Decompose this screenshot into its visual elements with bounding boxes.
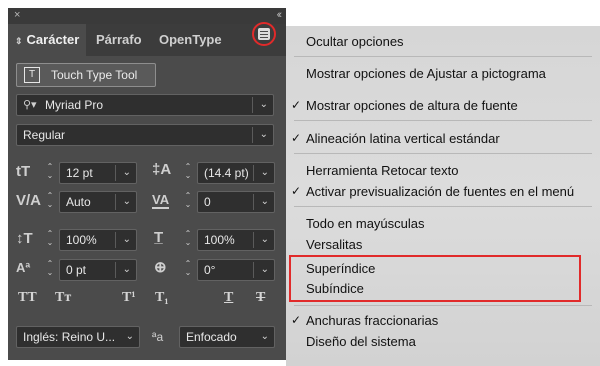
tab-bar: ⇕ Carácter Párrafo OpenType — [8, 24, 286, 56]
anti-aliasing-icon: ªa — [152, 330, 164, 344]
kerning-field[interactable]: Auto ⌄ — [59, 191, 137, 213]
horizontal-scale-field[interactable]: 100% ⌄ — [197, 229, 275, 251]
menu-item-diseno-sistema[interactable]: Diseño del sistema — [306, 334, 416, 349]
leading-field[interactable]: (14.4 pt) ⌄ — [197, 162, 275, 184]
leading-icon: ‡A — [152, 161, 172, 178]
checkmark-icon: ✓ — [291, 184, 302, 198]
vertical-scale-icon: ↕T — [16, 230, 33, 247]
vertical-scale-stepper[interactable]: ⌃ ⌄ — [44, 229, 56, 251]
chevron-down-icon: ⌄ — [125, 331, 134, 342]
character-rotation-icon: ⊕ — [154, 259, 167, 276]
chevron-down-icon: ⌄ — [260, 234, 269, 245]
highlight-box — [289, 255, 581, 302]
font-size-field[interactable]: 12 pt ⌄ — [59, 162, 137, 184]
tab-parrafo[interactable]: Párrafo — [96, 24, 156, 56]
menu-item-alineacion-latina[interactable]: Alineación latina vertical estándar — [306, 131, 500, 146]
baseline-shift-stepper[interactable]: ⌃ ⌄ — [44, 259, 56, 281]
horizontal-scale-icon: T̲ — [154, 229, 164, 246]
baseline-shift-value: 0 pt — [66, 263, 87, 277]
chevron-down-icon: ⌄ — [260, 167, 269, 178]
tracking-field[interactable]: 0 ⌄ — [197, 191, 275, 213]
tab-caracter[interactable]: ⇕ Carácter — [8, 24, 86, 56]
checkmark-icon: ✓ — [291, 98, 302, 112]
tab-parrafo-label: Párrafo — [96, 32, 142, 47]
menu-item-altura-fuente[interactable]: Mostrar opciones de altura de fuente — [306, 98, 518, 113]
menu-item-versalitas[interactable]: Versalitas — [306, 237, 362, 252]
panel-options-menu: Ocultar opciones Mostrar opciones de Aju… — [286, 26, 600, 366]
character-panel: × ‹‹ ⇕ Carácter Párrafo OpenType — [8, 8, 286, 360]
anti-aliasing-value: Enfocado — [186, 330, 237, 344]
kerning-icon: V/A — [16, 192, 42, 209]
kerning-stepper[interactable]: ⌃ ⌄ — [44, 191, 56, 213]
chevron-down-icon: ⌄ — [122, 196, 131, 207]
panel-menu-button[interactable] — [252, 22, 276, 46]
menu-item-ajustar-pictograma[interactable]: Mostrar opciones de Ajustar a pictograma — [306, 66, 546, 81]
tab-toggle-icon: ⇕ — [15, 36, 23, 46]
touch-type-label: Touch Type Tool — [51, 68, 138, 82]
language-select[interactable]: Inglés: Reino U... ⌄ — [16, 326, 140, 348]
collapse-icon[interactable]: ‹‹ — [277, 9, 283, 22]
menu-item-previsualizacion-fuentes[interactable]: Activar previsualización de fuentes en e… — [306, 184, 574, 199]
font-size-value: 12 pt — [66, 166, 93, 180]
chevron-down-icon: ⌄ — [260, 331, 269, 342]
menu-item-ocultar-opciones[interactable]: Ocultar opciones — [306, 34, 404, 49]
strikethrough-icon[interactable]: T — [256, 290, 265, 306]
touch-type-icon: T — [24, 67, 40, 83]
tracking-value: 0 — [204, 195, 211, 209]
character-rotation-stepper[interactable]: ⌃ ⌄ — [182, 259, 194, 281]
tracking-icon: VA — [152, 192, 170, 209]
font-style-select[interactable]: Regular ⌄ — [16, 124, 274, 146]
horizontal-scale-value: 100% — [204, 233, 235, 247]
hamburger-icon — [258, 28, 270, 40]
chevron-down-icon: ⌄ — [259, 129, 268, 140]
menu-item-anchuras-fraccionarias[interactable]: Anchuras fraccionarias — [306, 313, 438, 328]
superscript-icon[interactable]: T¹ — [122, 290, 136, 306]
checkmark-icon: ✓ — [291, 313, 302, 327]
tab-caracter-label: Carácter — [26, 32, 80, 47]
tracking-stepper[interactable]: ⌃ ⌄ — [182, 191, 194, 213]
chevron-down-icon: ⌄ — [122, 167, 131, 178]
kerning-value: Auto — [66, 195, 91, 209]
font-family-value: Myriad Pro — [45, 98, 104, 112]
small-caps-icon[interactable]: Tᴛ — [55, 290, 71, 306]
baseline-shift-field[interactable]: 0 pt ⌄ — [59, 259, 137, 281]
checkmark-icon: ✓ — [291, 131, 302, 145]
close-icon[interactable]: × — [14, 9, 20, 22]
font-size-stepper[interactable]: ⌃ ⌄ — [44, 162, 56, 184]
tab-opentype[interactable]: OpenType — [159, 24, 229, 56]
touch-type-tool-button[interactable]: T Touch Type Tool — [16, 63, 156, 87]
chevron-down-icon: ⌄ — [260, 264, 269, 275]
font-size-icon: tT — [16, 163, 31, 180]
search-icon: ⚲▾ — [23, 99, 37, 111]
vertical-scale-value: 100% — [66, 233, 97, 247]
font-style-value: Regular — [23, 128, 66, 142]
character-rotation-field[interactable]: 0° ⌄ — [197, 259, 275, 281]
subscript-icon[interactable]: T₁ — [155, 290, 169, 306]
menu-item-todo-mayusculas[interactable]: Todo en mayúsculas — [306, 216, 425, 231]
chevron-down-icon: ⌄ — [122, 234, 131, 245]
leading-value: (14.4 pt) — [204, 166, 249, 180]
underline-icon[interactable]: T — [224, 290, 233, 306]
chevron-down-icon: ⌄ — [260, 196, 269, 207]
panel-title-bar: × ‹‹ — [8, 8, 286, 24]
anti-aliasing-select[interactable]: Enfocado ⌄ — [179, 326, 275, 348]
leading-stepper[interactable]: ⌃ ⌄ — [182, 162, 194, 184]
tab-opentype-label: OpenType — [159, 32, 222, 47]
vertical-scale-field[interactable]: 100% ⌄ — [59, 229, 137, 251]
chevron-down-icon: ⌄ — [259, 99, 268, 110]
horizontal-scale-stepper[interactable]: ⌃ ⌄ — [182, 229, 194, 251]
chevron-down-icon: ⌄ — [122, 264, 131, 275]
character-rotation-value: 0° — [204, 263, 216, 277]
all-caps-icon[interactable]: TT — [18, 290, 37, 306]
baseline-shift-icon: Aª — [16, 260, 31, 275]
menu-item-retocar-texto[interactable]: Herramienta Retocar texto — [306, 163, 458, 178]
font-family-select[interactable]: ⚲▾ Myriad Pro ⌄ — [16, 94, 274, 116]
language-value: Inglés: Reino U... — [23, 330, 116, 344]
